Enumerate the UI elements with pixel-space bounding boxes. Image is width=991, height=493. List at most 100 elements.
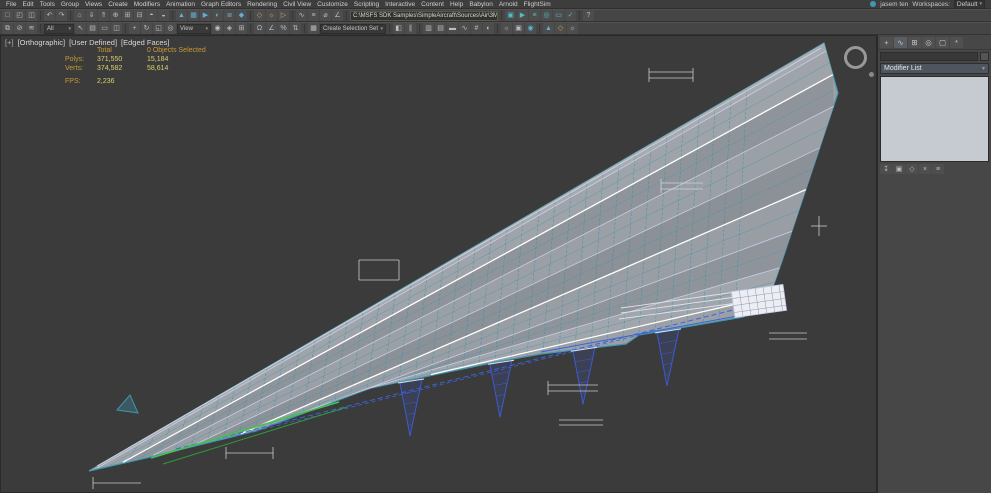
flightsim-export-xml-icon[interactable]: ▣	[505, 10, 516, 21]
menu-help[interactable]: Help	[447, 1, 466, 8]
use-pivot-point-icon[interactable]: ◉	[212, 23, 223, 34]
toggle-layer-explorer-icon[interactable]: ▤	[435, 23, 446, 34]
object-name-field[interactable]	[880, 52, 978, 61]
new-scene-icon[interactable]: □	[2, 10, 13, 21]
select-and-place-icon[interactable]: ◎	[165, 23, 176, 34]
signed-in-user[interactable]: jasem ten	[880, 1, 908, 8]
select-and-scale-icon[interactable]: ◱	[153, 23, 164, 34]
tab-create[interactable]: +	[880, 37, 893, 48]
xref-scene-icon[interactable]: ⊞	[122, 10, 133, 21]
user-avatar-icon[interactable]	[870, 1, 876, 7]
units-setup-icon[interactable]: ⌀	[320, 10, 331, 21]
show-end-result-icon[interactable]: ▣	[893, 164, 905, 174]
viewport[interactable]: [+] [Orthographic] [User Defined] [Edged…	[0, 35, 877, 493]
select-and-move-icon[interactable]: +	[129, 23, 140, 34]
menu-create[interactable]: Create	[105, 1, 131, 8]
menu-views[interactable]: Views	[82, 1, 105, 8]
schematic-view-icon[interactable]: #	[471, 23, 482, 34]
menu-civil-view[interactable]: Civil View	[280, 1, 314, 8]
select-and-rotate-icon[interactable]: ↻	[141, 23, 152, 34]
msfs-build-package-icon[interactable]: ▦	[188, 10, 199, 21]
toggle-scene-explorer-icon[interactable]: ▥	[423, 23, 434, 34]
remove-modifier-icon[interactable]: ×	[919, 164, 931, 174]
view-navigation-gizmo[interactable]	[844, 46, 867, 69]
menu-flightsim[interactable]: FlightSim	[521, 1, 554, 8]
flightsim-lod-icon[interactable]: ≡	[529, 10, 540, 21]
tab-motion[interactable]: ◎	[922, 37, 935, 48]
msfs-aircraft-editor-icon[interactable]: ▶	[200, 10, 211, 21]
mirror-icon[interactable]: ◧	[393, 23, 404, 34]
redo-icon[interactable]: ↷	[56, 10, 67, 21]
open-file-icon[interactable]: ◰	[14, 10, 25, 21]
merge-icon[interactable]: ⊕	[110, 10, 121, 21]
configure-modifier-sets-icon[interactable]: ≡	[932, 164, 944, 174]
viewport-wireframe-model[interactable]	[1, 36, 877, 493]
modifier-list-dropdown[interactable]: Modifier List ▾	[880, 63, 989, 74]
tab-modify[interactable]: ∿	[894, 37, 907, 48]
edit-named-selection-sets-icon[interactable]: ▦	[308, 23, 319, 34]
project-folder-icon[interactable]: ⌂	[74, 10, 85, 21]
undo-icon[interactable]: ↶	[44, 10, 55, 21]
msfs-gizmo-icon[interactable]: ◆	[236, 10, 247, 21]
unlink-selection-icon[interactable]: ⊘	[14, 23, 25, 34]
tab-hierarchy[interactable]: ⊞	[908, 37, 921, 48]
menu-edit[interactable]: Edit	[19, 1, 36, 8]
align-icon[interactable]: ∥	[405, 23, 416, 34]
percent-snap-icon[interactable]: %	[278, 23, 289, 34]
toggle-ribbon-icon[interactable]: ▬	[447, 23, 458, 34]
menu-content[interactable]: Content	[418, 1, 447, 8]
babylon-inspector-icon[interactable]: ◇	[555, 23, 566, 34]
object-color-swatch[interactable]	[980, 52, 989, 61]
select-by-name-icon[interactable]: ▤	[87, 23, 98, 34]
select-and-link-icon[interactable]: ⧉	[2, 23, 13, 34]
help-icon[interactable]: ?	[583, 10, 594, 21]
tab-utilities[interactable]: *	[950, 37, 963, 48]
msfs-multi-exporter-icon[interactable]: ▲	[543, 23, 554, 34]
fetch-icon[interactable]: ◒	[158, 10, 169, 21]
msfs-material-utility-icon[interactable]: ◐	[212, 10, 223, 21]
select-object-icon[interactable]: ↖	[75, 23, 86, 34]
angle-snap-icon[interactable]: ∠	[266, 23, 277, 34]
scene-path-field[interactable]: C:\MSFS SDK Samples\SimpleAircraft\Sourc…	[350, 11, 498, 21]
menu-group[interactable]: Group	[58, 1, 82, 8]
menu-interactive[interactable]: Interactive	[382, 1, 418, 8]
hold-icon[interactable]: ◓	[146, 10, 157, 21]
menu-graph-editors[interactable]: Graph Editors	[198, 1, 244, 8]
msfs-export-icon[interactable]: ▲	[176, 10, 187, 21]
menu-rendering[interactable]: Rendering	[244, 1, 280, 8]
script-editor-icon[interactable]: ∿	[296, 10, 307, 21]
menu-file[interactable]: File	[3, 1, 19, 8]
menu-modifiers[interactable]: Modifiers	[131, 1, 163, 8]
flightsim-bounding-box-icon[interactable]: ▭	[553, 10, 564, 21]
save-file-icon[interactable]: ◫	[26, 10, 37, 21]
spinner-snap-icon[interactable]: ⇅	[290, 23, 301, 34]
keyboard-shortcut-override-icon[interactable]: ⊞	[236, 23, 247, 34]
menu-tools[interactable]: Tools	[37, 1, 58, 8]
make-unique-icon[interactable]: ◇	[906, 164, 918, 174]
export-icon[interactable]: ⇑	[98, 10, 109, 21]
viewport-menu-general[interactable]: [+]	[5, 38, 14, 47]
rendered-frame-window-icon[interactable]: ▣	[513, 23, 524, 34]
measure-icon[interactable]: ∠	[332, 10, 343, 21]
named-selection-sets-combo[interactable]: Create Selection Set▾	[320, 24, 386, 34]
menu-animation[interactable]: Animation	[163, 1, 198, 8]
menu-arnold[interactable]: Arnold	[496, 1, 521, 8]
material-editor-icon[interactable]: ◐	[483, 23, 494, 34]
window-crossing-icon[interactable]: ◫	[111, 23, 122, 34]
menu-babylon[interactable]: Babylon	[466, 1, 496, 8]
flightsim-animation-export-icon[interactable]: ▶	[517, 10, 528, 21]
render-production-icon[interactable]: ◉	[525, 23, 536, 34]
msfs-lod-manager-icon[interactable]: ≣	[224, 10, 235, 21]
flightsim-visibility-icon[interactable]: ◎	[541, 10, 552, 21]
render-setup-icon[interactable]: ☼	[501, 23, 512, 34]
rectangular-selection-region-icon[interactable]: ▭	[99, 23, 110, 34]
snaps-toggle-icon[interactable]: Ω	[254, 23, 265, 34]
flightsim-validate-icon[interactable]: ✓	[565, 10, 576, 21]
bind-to-space-warp-icon[interactable]: ≋	[26, 23, 37, 34]
pin-stack-icon[interactable]: ↧	[880, 164, 892, 174]
babylon-animation-icon[interactable]: ▷	[278, 10, 289, 21]
selection-filter-dropdown[interactable]: All▾	[44, 24, 74, 34]
reference-coordinate-dropdown[interactable]: View▾	[177, 24, 211, 34]
arnold-lights-icon[interactable]: ☼	[567, 23, 578, 34]
select-and-manipulate-icon[interactable]: ◈	[224, 23, 235, 34]
